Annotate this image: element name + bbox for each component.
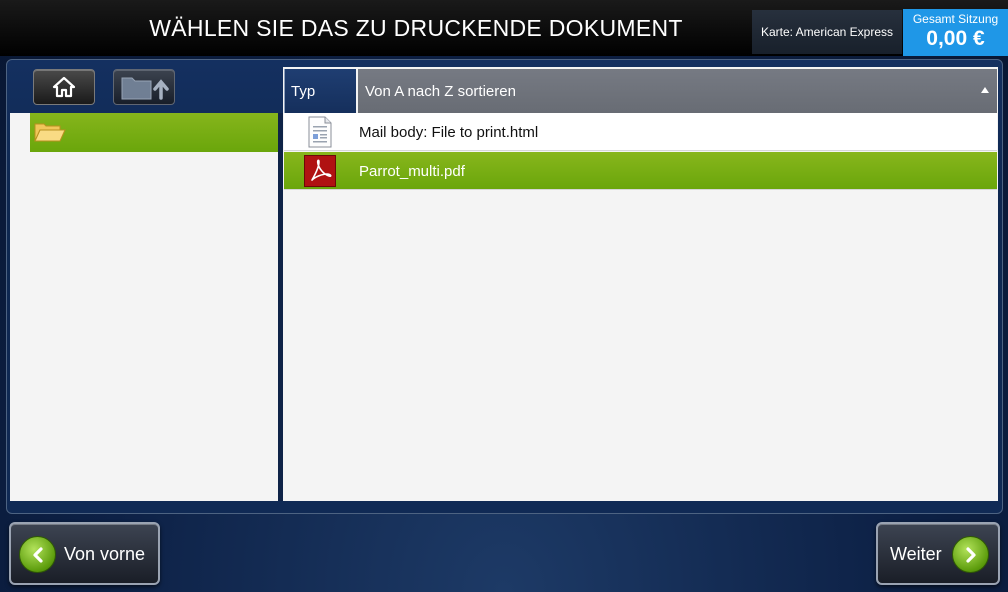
column-header-type[interactable]: Typ xyxy=(284,69,356,113)
file-row[interactable]: Mail body: File to print.html xyxy=(284,113,997,151)
session-total: Gesamt Sitzung 0,00 € xyxy=(903,9,1008,56)
file-row-selected[interactable]: Parrot_multi.pdf xyxy=(284,152,997,190)
pdf-icon xyxy=(304,155,336,187)
column-header-name-sort[interactable]: Von A nach Z sortieren xyxy=(358,69,997,113)
sort-ascending-icon xyxy=(981,87,989,93)
session-total-label: Gesamt Sitzung xyxy=(912,12,999,26)
session-total-amount: 0,00 € xyxy=(926,27,985,50)
next-button[interactable]: Weiter xyxy=(876,522,1000,585)
folder-tree-item-root[interactable] xyxy=(30,113,278,152)
page-title: WÄHLEN SIE DAS ZU DRUCKENDE DOKUMENT xyxy=(149,15,683,41)
folder-up-icon xyxy=(121,77,169,100)
card-info: Karte: American Express xyxy=(752,10,902,54)
file-name: Parrot_multi.pdf xyxy=(359,163,465,180)
back-to-start-button[interactable]: Von vorne xyxy=(9,522,160,585)
file-name: Mail body: File to print.html xyxy=(359,124,539,141)
column-header-name-label: Von A nach Z sortieren xyxy=(365,83,516,100)
home-icon xyxy=(52,76,76,98)
arrow-left-circle-icon xyxy=(19,536,56,573)
back-button-label: Von vorne xyxy=(64,544,146,564)
next-button-label: Weiter xyxy=(890,544,942,564)
folder-up-button[interactable] xyxy=(113,69,175,105)
home-button[interactable] xyxy=(33,69,95,105)
arrow-right-circle-icon xyxy=(952,536,989,573)
folder-tree-pane xyxy=(10,113,278,501)
open-folder-icon xyxy=(34,123,66,142)
html-document-icon xyxy=(304,116,336,148)
